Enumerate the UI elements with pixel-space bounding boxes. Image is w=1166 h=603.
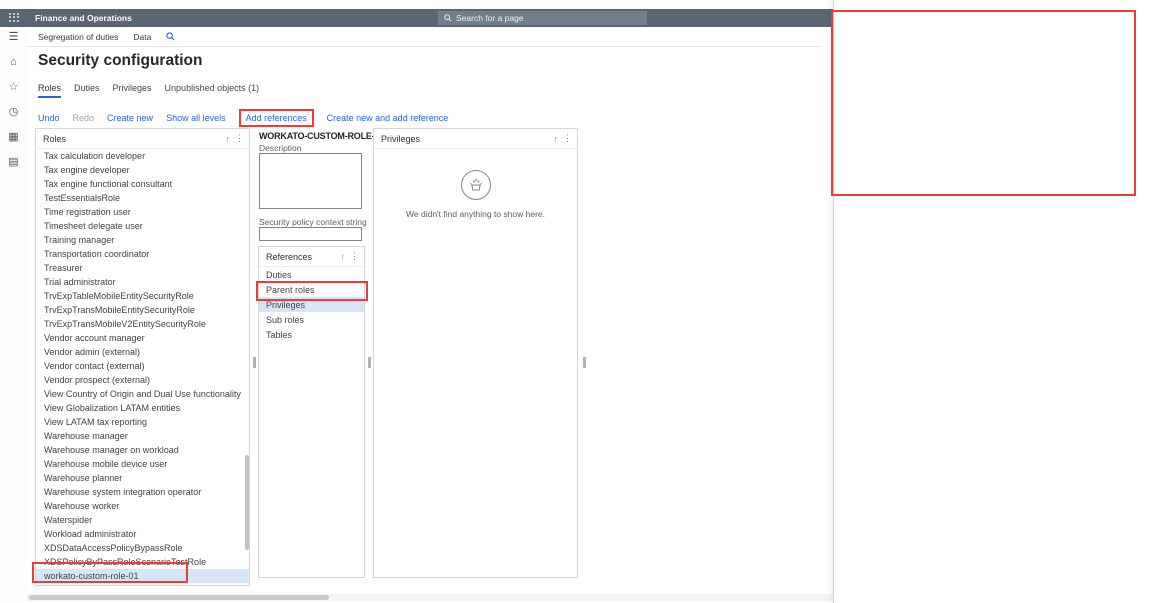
more-options-icon[interactable]: ⋮	[235, 133, 244, 144]
modules-icon[interactable]: ▤	[8, 156, 18, 168]
role-row[interactable]: Time registration user	[36, 205, 249, 219]
sort-ascending-icon[interactable]: ↑	[341, 252, 346, 262]
tab[interactable]: Duties	[74, 83, 100, 98]
role-row[interactable]: View LATAM tax reporting	[36, 415, 249, 429]
workspaces-icon[interactable]: ▦	[8, 131, 18, 143]
top-app-bar: Finance and Operations Search for a page	[0, 9, 833, 27]
privileges-panel: Privileges ↑ ⋮ We didn't find anything t…	[373, 128, 578, 578]
role-row[interactable]: Training manager	[36, 233, 249, 247]
toolbar-button[interactable]: Create new and add reference	[327, 113, 449, 123]
role-row[interactable]: Warehouse system integration operator	[36, 485, 249, 499]
more-options-icon[interactable]: ⋮	[563, 133, 572, 144]
policy-context-input[interactable]	[259, 227, 362, 241]
roles-list: Tax calculation developerTax engine deve…	[36, 149, 249, 583]
selected-role-name: WORKATO-CUSTOM-ROLE-01	[259, 131, 384, 141]
role-row[interactable]: Warehouse manager on workload	[36, 443, 249, 457]
empty-state: We didn't find anything to show here.	[374, 149, 577, 219]
references-header: References ↑ ⋮	[259, 247, 364, 267]
role-row[interactable]: TrvExpTransMobileEntitySecurityRole	[36, 303, 249, 317]
role-row[interactable]: Workload administrator	[36, 527, 249, 541]
role-row[interactable]: Vendor prospect (external)	[36, 373, 249, 387]
breadcrumb: Segregation of duties Data	[27, 27, 821, 47]
tab-strip: Roles Duties Privileges Unpublished objects…	[38, 83, 259, 98]
page-title: Security configuration	[38, 52, 203, 70]
role-row[interactable]: Tax calculation developer	[36, 149, 249, 163]
reference-row[interactable]: Duties	[259, 267, 364, 282]
role-row[interactable]: Warehouse worker	[36, 499, 249, 513]
role-row[interactable]: TestEssentialsRole	[36, 191, 249, 205]
reference-row[interactable]: Sub roles	[259, 312, 364, 327]
global-search-placeholder: Search for a page	[456, 13, 524, 23]
roles-list-header: Roles ↑ ⋮	[36, 129, 249, 149]
privileges-header-label: Privileges	[381, 134, 420, 144]
more-options-icon[interactable]: ⋮	[350, 251, 359, 262]
app-launcher-icon[interactable]	[9, 13, 21, 24]
role-row[interactable]: Transportation coordinator	[36, 247, 249, 261]
horizontal-scrollbar-thumb[interactable]	[29, 595, 329, 600]
toolbar-button[interactable]: Show all levels	[166, 113, 226, 123]
sort-ascending-icon[interactable]: ↑	[554, 134, 559, 144]
global-search-input[interactable]: Search for a page	[438, 11, 647, 25]
role-row[interactable]: Warehouse manager	[36, 429, 249, 443]
breadcrumb-data[interactable]: Data	[133, 32, 151, 42]
role-row[interactable]: Vendor contact (external)	[36, 359, 249, 373]
roles-scrollbar-thumb[interactable]	[245, 455, 249, 550]
toolbar-button[interactable]: Add references	[239, 109, 314, 127]
page-search-icon[interactable]	[166, 32, 175, 41]
scroll-hint[interactable]	[583, 357, 586, 368]
policy-context-label: Security policy context string	[259, 217, 367, 227]
role-row[interactable]: View Country of Origin and Dual Use func…	[36, 387, 249, 401]
role-row[interactable]: Tax engine developer	[36, 163, 249, 177]
favorites-icon[interactable]: ☆	[9, 81, 19, 93]
toolbar-button[interactable]: Undo	[38, 113, 60, 123]
menu-icon[interactable]: ☰	[9, 31, 19, 43]
role-row[interactable]: Vendor admin (external)	[36, 345, 249, 359]
description-textarea[interactable]	[259, 153, 362, 209]
role-row[interactable]: View Globalization LATAM entities	[36, 401, 249, 415]
references-header-label: References	[266, 252, 312, 262]
empty-box-icon	[461, 170, 491, 200]
references-panel: References ↑ ⋮ DutiesParent rolesPrivile…	[258, 246, 365, 578]
description-label: Description	[259, 143, 302, 153]
role-row[interactable]: Warehouse mobile device user	[36, 457, 249, 471]
role-row[interactable]: XDSDataAccessPolicyBypassRole	[36, 541, 249, 555]
roles-list-panel: Roles ↑ ⋮ Tax calculation developerTax e…	[35, 128, 250, 586]
home-icon[interactable]: ⌂	[10, 56, 17, 68]
app-title: Finance and Operations	[35, 13, 132, 23]
toolbar-button[interactable]: Create new	[107, 113, 153, 123]
privileges-header: Privileges ↑ ⋮	[374, 129, 577, 149]
role-row[interactable]: workato-custom-role-01	[36, 569, 249, 583]
role-row[interactable]: Tax engine functional consultant	[36, 177, 249, 191]
role-row[interactable]: Vendor account manager	[36, 331, 249, 345]
role-row[interactable]: Waterspider	[36, 513, 249, 527]
role-row[interactable]: Warehouse planner	[36, 471, 249, 485]
role-row[interactable]: Trial administrator	[36, 275, 249, 289]
tab[interactable]: Roles	[38, 83, 61, 98]
action-toolbar: Undo Redo Create new Show all levels Add ref…	[38, 109, 448, 127]
reference-row[interactable]: Parent roles	[259, 282, 364, 297]
reference-row[interactable]: Tables	[259, 327, 364, 342]
scroll-hint[interactable]	[368, 357, 371, 368]
left-nav: ☰ ⌂ ☆ ◷ ▦ ▤	[0, 27, 27, 603]
roles-header-label: Roles	[43, 134, 66, 144]
recent-icon[interactable]: ◷	[9, 106, 19, 118]
sort-ascending-icon[interactable]: ↑	[226, 134, 231, 144]
select-privileges-dialog: ? Standard view ∨ Select privileges Name…	[833, 0, 1166, 603]
role-row[interactable]: TrvExpTransMobileV2EntitySecurityRole	[36, 317, 249, 331]
tab[interactable]: Privileges	[113, 83, 152, 98]
search-icon	[444, 14, 452, 22]
breadcrumb-segregation-of-duties[interactable]: Segregation of duties	[38, 32, 118, 42]
role-row[interactable]: Timesheet delegate user	[36, 219, 249, 233]
references-list: DutiesParent rolesPrivilegesSub rolesTab…	[259, 267, 364, 342]
role-row[interactable]: Treasurer	[36, 261, 249, 275]
role-row[interactable]: TrvExpTableMobileEntitySecurityRole	[36, 289, 249, 303]
role-row[interactable]: XDSPolicyByPassRoleScenarioTestRole	[36, 555, 249, 569]
scroll-hint[interactable]	[253, 357, 256, 368]
tab[interactable]: Unpublished objects (1)	[165, 83, 260, 98]
empty-state-text: We didn't find anything to show here.	[406, 209, 545, 219]
reference-row[interactable]: Privileges	[259, 297, 364, 312]
toolbar-button[interactable]: Redo	[73, 113, 95, 123]
